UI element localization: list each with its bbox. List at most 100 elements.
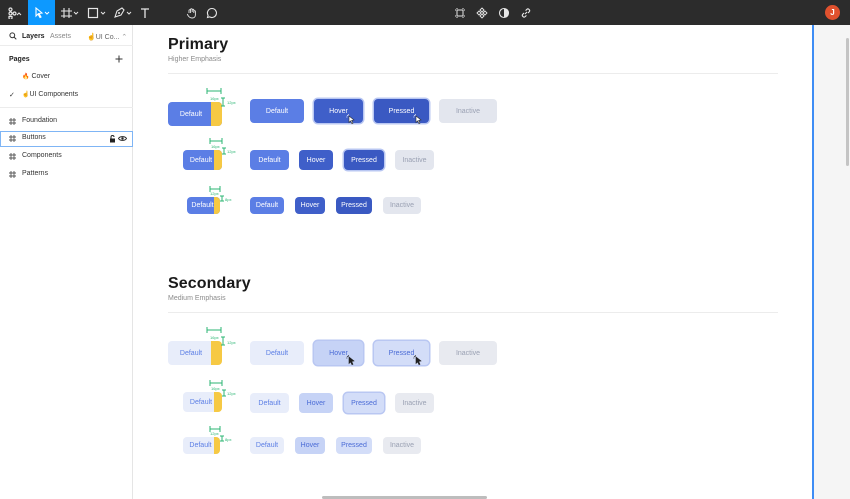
button-label: Pressed xyxy=(341,202,367,209)
figma-logo-icon xyxy=(8,6,22,19)
tab-assets[interactable]: Assets xyxy=(50,33,71,40)
checkmark-icon: ✓ xyxy=(9,92,15,99)
secondary-heading: Secondary xyxy=(168,275,251,292)
add-page-plus-icon[interactable] xyxy=(115,55,123,63)
layer-row-foundation[interactable]: Foundation xyxy=(0,114,133,130)
toolbar: J xyxy=(0,0,850,25)
secondary-divider xyxy=(168,312,778,313)
link-button[interactable] xyxy=(518,0,534,25)
frame-grid-icon xyxy=(9,135,16,142)
chevron-up-icon: ⌃ xyxy=(121,34,128,41)
vertical-scrollbar[interactable] xyxy=(846,38,849,166)
comment-tool-button[interactable] xyxy=(204,0,220,25)
page-item-ui-components[interactable]: ☝️UI Components xyxy=(22,91,78,98)
secondary-pressed-small[interactable]: Pressed xyxy=(336,437,372,454)
secondary-inactive-small: Inactive xyxy=(383,437,421,454)
file-pages-dropdown[interactable]: ☝️UI Co... ⌃ xyxy=(87,33,127,41)
user-avatar[interactable]: J xyxy=(825,5,840,20)
pen-tool-button[interactable] xyxy=(112,0,134,25)
button-label: Pressed xyxy=(341,442,367,449)
secondary-inactive-large: Inactive xyxy=(439,341,497,365)
shape-tool-button[interactable] xyxy=(86,0,108,25)
design-canvas[interactable]: Primary Higher Emphasis Default 16px 12p… xyxy=(133,25,813,499)
primary-default-large[interactable]: Default xyxy=(250,99,304,123)
cursor-click-icon xyxy=(413,355,422,366)
rectangle-icon xyxy=(87,7,106,18)
search-icon[interactable] xyxy=(9,32,17,40)
secondary-hover-small[interactable]: Hover xyxy=(295,437,325,454)
button-label: Pressed xyxy=(388,107,415,115)
button-label: Pressed xyxy=(351,156,377,164)
cursor-click-icon xyxy=(346,355,355,366)
properties-panel xyxy=(814,25,850,499)
fire-icon: 🔥 xyxy=(22,74,30,80)
layer-row-buttons[interactable]: Buttons xyxy=(0,131,133,147)
secondary-inactive-medium: Inactive xyxy=(395,393,434,413)
frame-grid-icon xyxy=(9,153,16,160)
primary-pressed-medium[interactable]: Pressed xyxy=(344,150,384,170)
primary-default-medium[interactable]: Default xyxy=(250,150,289,170)
frame-selection-button[interactable] xyxy=(452,0,468,25)
move-tool-button[interactable] xyxy=(28,0,55,25)
frame-selection-icon xyxy=(455,7,465,18)
main-menu-button[interactable] xyxy=(3,0,27,25)
padding-height-label: 12px xyxy=(227,391,236,396)
button-label: Hover xyxy=(300,202,320,209)
padding-measure-icon xyxy=(209,426,224,442)
layer-row-components[interactable]: Components xyxy=(0,149,133,165)
secondary-default-medium[interactable]: Default xyxy=(250,393,289,413)
button-label: Inactive xyxy=(389,202,415,209)
button-label: Default xyxy=(179,110,203,118)
page-item-cover[interactable]: 🔥 Cover xyxy=(22,73,50,80)
secondary-default-large[interactable]: Default xyxy=(250,341,304,365)
hand-tool-button[interactable] xyxy=(184,0,200,25)
padding-height-label: 12px xyxy=(227,340,236,345)
padding-width-label: 12px xyxy=(210,431,219,436)
primary-hover-medium[interactable]: Hover xyxy=(299,150,333,170)
padding-width-label: 16px xyxy=(210,96,219,101)
page-label-cover: Cover xyxy=(31,73,51,80)
cursor-click-icon xyxy=(346,114,355,125)
layers-sidebar: Layers Assets ☝️UI Co... ⌃ Pages 🔥 Cover… xyxy=(0,25,133,499)
button-label: Pressed xyxy=(388,349,415,357)
component-diamond-icon xyxy=(476,6,488,19)
primary-pressed-small[interactable]: Pressed xyxy=(336,197,372,214)
link-icon xyxy=(521,7,531,18)
button-label: Hover xyxy=(306,156,326,164)
button-label: Default xyxy=(265,107,289,115)
button-label: Inactive xyxy=(402,156,427,164)
frame-tool-button[interactable] xyxy=(58,0,82,25)
padding-width-label: 16px xyxy=(211,386,220,391)
text-t-icon xyxy=(141,7,149,18)
layer-label-components: Components xyxy=(22,152,62,159)
padding-height-label: 8px xyxy=(225,437,232,442)
secondary-pressed-medium[interactable]: Pressed xyxy=(344,393,384,413)
comment-bubble-icon xyxy=(206,7,217,18)
button-label: Inactive xyxy=(455,349,481,357)
button-label: Inactive xyxy=(402,399,427,407)
padding-width-label: 12px xyxy=(210,191,219,196)
primary-default-small[interactable]: Default xyxy=(250,197,284,214)
button-label: Hover xyxy=(306,399,326,407)
button-label: Hover xyxy=(300,442,320,449)
primary-inactive-medium: Inactive xyxy=(395,150,434,170)
layer-label-buttons: Buttons xyxy=(22,134,46,141)
secondary-subtitle: Medium Emphasis xyxy=(168,295,226,302)
tab-layers[interactable]: Layers xyxy=(22,33,45,40)
frame-hash-icon xyxy=(61,7,79,18)
components-button[interactable] xyxy=(474,0,490,25)
pen-icon xyxy=(114,6,132,18)
lock-icon[interactable] xyxy=(109,135,116,143)
cursor-arrow-icon xyxy=(34,6,49,18)
file-name-label: UI Co... xyxy=(95,34,120,41)
mask-button[interactable] xyxy=(496,0,512,25)
eye-visibility-icon[interactable] xyxy=(118,135,127,142)
text-tool-button[interactable] xyxy=(138,0,152,25)
button-label: Default xyxy=(179,349,203,357)
secondary-hover-medium[interactable]: Hover xyxy=(299,393,333,413)
layer-row-patterns[interactable]: Patterns xyxy=(0,167,133,183)
secondary-default-small[interactable]: Default xyxy=(250,437,284,454)
primary-subtitle: Higher Emphasis xyxy=(168,56,222,63)
primary-hover-small[interactable]: Hover xyxy=(295,197,325,214)
cursor-click-icon xyxy=(413,114,422,125)
